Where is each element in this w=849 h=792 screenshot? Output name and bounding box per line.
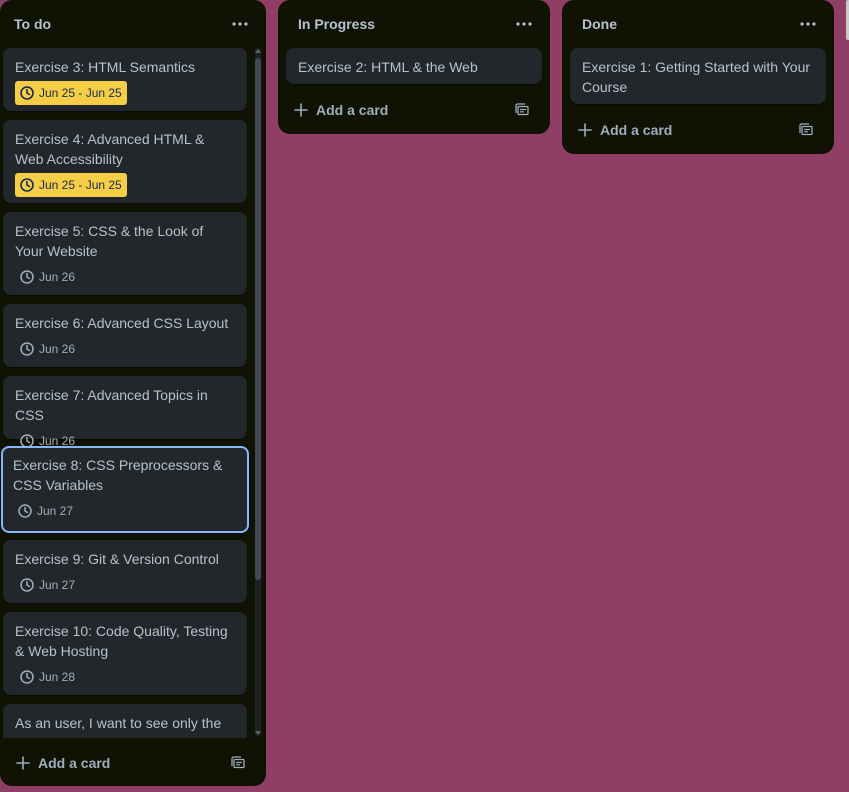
- card-exercise-9[interactable]: Exercise 9: Git & Version Control Jun 27: [3, 540, 247, 603]
- ellipsis-icon: [516, 22, 532, 26]
- create-from-template-button[interactable]: [510, 98, 534, 122]
- scroll-up-arrow-icon[interactable]: [255, 48, 261, 54]
- date-badge[interactable]: Jun 27: [15, 573, 80, 597]
- date-badge[interactable]: Jun 25 - Jun 25: [15, 173, 127, 197]
- clock-icon: [20, 178, 34, 192]
- list-title: In Progress: [298, 16, 376, 32]
- list-scrollbar[interactable]: [255, 48, 261, 736]
- ellipsis-icon: [232, 22, 248, 26]
- card-title: Exercise 3: HTML Semantics: [15, 59, 195, 75]
- card-title: Exercise 10: Code Quality, Testing & Web…: [15, 623, 228, 659]
- list-to-do: To do Exercise 3: HTML Semantics Jun 25 …: [0, 0, 266, 786]
- add-card-button[interactable]: Add a card: [570, 114, 826, 146]
- plus-icon: [16, 756, 30, 770]
- scroll-down-arrow-icon[interactable]: [255, 730, 261, 736]
- add-card-label: Add a card: [600, 122, 673, 138]
- create-from-template-button[interactable]: [226, 751, 250, 775]
- date-badge[interactable]: Jun 26: [15, 265, 80, 289]
- card-template-icon: [515, 103, 529, 116]
- list-header: In Progress: [278, 0, 550, 48]
- date-text: Jun 27: [37, 504, 74, 518]
- date-badge[interactable]: Jun 28: [15, 665, 80, 689]
- card-template-icon: [799, 123, 813, 136]
- card-exercise-8[interactable]: Exercise 8: CSS Preprocessors & CSS Vari…: [1, 446, 249, 533]
- add-card-label: Add a card: [316, 102, 389, 118]
- plus-icon: [578, 123, 592, 137]
- list-header: Done: [562, 0, 834, 48]
- card-title: As an user, I want to see only the: [15, 715, 222, 731]
- card-list: Exercise 3: HTML Semantics Jun 25 - Jun …: [0, 48, 256, 738]
- card-title: Exercise 7: Advanced Topics in CSS: [15, 387, 208, 423]
- date-text: Jun 25 - Jun 25: [39, 86, 122, 100]
- card-exercise-1[interactable]: Exercise 1: Getting Started with Your Co…: [570, 48, 826, 104]
- date-text: Jun 26: [39, 342, 76, 356]
- clock-icon: [20, 578, 34, 592]
- date-text: Jun 27: [39, 578, 76, 592]
- date-text: Jun 25 - Jun 25: [39, 178, 122, 192]
- card-exercise-10[interactable]: Exercise 10: Code Quality, Testing & Web…: [3, 612, 247, 695]
- date-text: Jun 28: [39, 670, 76, 684]
- card-title: Exercise 5: CSS & the Look of Your Websi…: [15, 223, 204, 259]
- card-title: Exercise 9: Git & Version Control: [15, 551, 219, 567]
- card-exercise-7[interactable]: Exercise 7: Advanced Topics in CSS Jun 2…: [3, 376, 247, 448]
- card-title: Exercise 1: Getting Started with Your Co…: [582, 59, 811, 95]
- card-user-story[interactable]: As an user, I want to see only the: [3, 704, 247, 738]
- list-menu-button[interactable]: [510, 10, 538, 38]
- list-title: Done: [582, 16, 617, 32]
- card-title: Exercise 6: Advanced CSS Layout: [15, 315, 229, 331]
- date-text: Jun 26: [39, 270, 76, 284]
- date-badge[interactable]: Jun 26: [15, 337, 80, 361]
- list-header: To do: [0, 0, 266, 48]
- add-card-label: Add a card: [38, 755, 111, 771]
- list-in-progress: In Progress Exercise 2: HTML & the Web A…: [278, 0, 550, 134]
- date-badge[interactable]: Jun 25 - Jun 25: [15, 81, 127, 105]
- list-menu-button[interactable]: [226, 10, 254, 38]
- clock-icon: [20, 342, 34, 356]
- clock-icon: [20, 86, 34, 100]
- card-template-icon: [231, 756, 245, 769]
- date-badge[interactable]: Jun 27: [13, 499, 78, 523]
- create-from-template-button[interactable]: [794, 118, 818, 142]
- card-title: Exercise 2: HTML & the Web: [298, 59, 478, 75]
- card-title: Exercise 8: CSS Preprocessors & CSS Vari…: [13, 457, 223, 493]
- ellipsis-icon: [800, 22, 816, 26]
- list-done: Done Exercise 1: Getting Started with Yo…: [562, 0, 834, 154]
- card-exercise-3[interactable]: Exercise 3: HTML Semantics Jun 25 - Jun …: [3, 48, 247, 111]
- add-card-button[interactable]: Add a card: [8, 747, 258, 779]
- list-title: To do: [14, 16, 52, 32]
- card-exercise-4[interactable]: Exercise 4: Advanced HTML & Web Accessib…: [3, 120, 247, 203]
- card-exercise-5[interactable]: Exercise 5: CSS & the Look of Your Websi…: [3, 212, 247, 295]
- board: To do Exercise 3: HTML Semantics Jun 25 …: [0, 0, 849, 792]
- plus-icon: [294, 103, 308, 117]
- scrollbar-thumb[interactable]: [255, 58, 261, 580]
- clock-icon: [20, 670, 34, 684]
- clock-icon: [20, 270, 34, 284]
- add-card-button[interactable]: Add a card: [286, 94, 542, 126]
- card-exercise-2[interactable]: Exercise 2: HTML & the Web: [286, 48, 542, 84]
- card-title: Exercise 4: Advanced HTML & Web Accessib…: [15, 131, 205, 167]
- clock-icon: [18, 504, 32, 518]
- card-exercise-6[interactable]: Exercise 6: Advanced CSS Layout Jun 26: [3, 304, 247, 367]
- list-menu-button[interactable]: [794, 10, 822, 38]
